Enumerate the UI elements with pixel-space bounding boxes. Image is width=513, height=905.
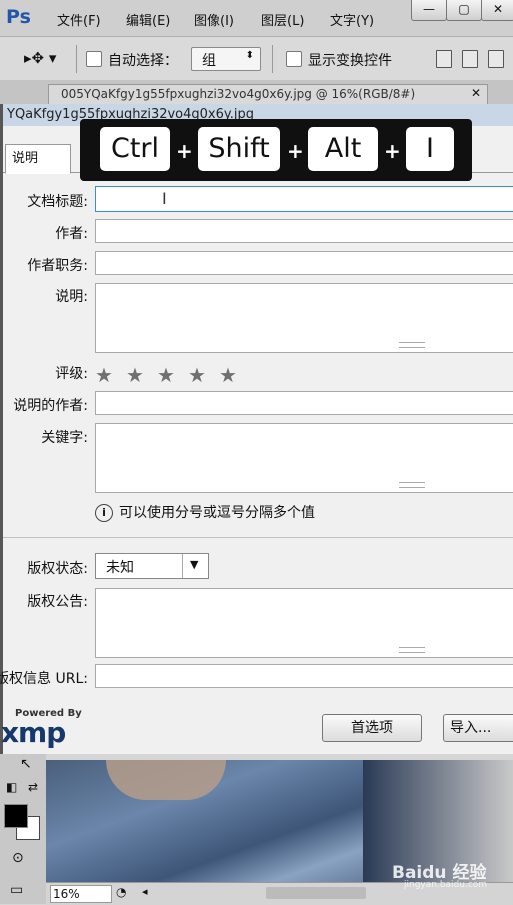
doc-title-label: 文档标题: bbox=[27, 194, 88, 210]
copyright-url-input[interactable] bbox=[95, 664, 513, 688]
quick-mask-icon[interactable]: ⊙ bbox=[12, 850, 24, 866]
auto-select-value: 组 bbox=[202, 53, 216, 69]
text-cursor-icon: I bbox=[162, 189, 167, 208]
plus-separator: + bbox=[287, 139, 304, 163]
section-divider bbox=[3, 537, 513, 538]
author-title-label: 作者职务: bbox=[27, 258, 88, 274]
copyright-notice-textarea[interactable] bbox=[95, 588, 513, 658]
plus-separator: + bbox=[384, 139, 401, 163]
foreground-color-swatch[interactable] bbox=[4, 804, 28, 828]
baidu-watermark-url: jingyan.baidu.com bbox=[404, 880, 488, 890]
auto-select-dropdown[interactable]: 组 ⬍ bbox=[191, 47, 261, 71]
show-transform-label: 显示变换控件 bbox=[308, 53, 392, 69]
import-button[interactable]: 导入... bbox=[443, 714, 513, 742]
xmp-logo: xmp bbox=[1, 716, 66, 749]
copyright-status-value: 未知 bbox=[106, 560, 134, 576]
doc-title-input[interactable]: I bbox=[95, 186, 513, 212]
key-ctrl: Ctrl bbox=[100, 127, 170, 171]
shortcut-overlay: Ctrl + Shift + Alt + I bbox=[80, 119, 472, 181]
rating-star-1[interactable]: ★ bbox=[95, 363, 113, 387]
move-tool-icon[interactable]: ▸✥ ▾ bbox=[24, 49, 56, 67]
document-tab-label: 005YQaKfgy1g55fpxughzi32vo4g0x6y.jpg @ 1… bbox=[61, 87, 416, 101]
menu-layer[interactable]: 图层(L) bbox=[261, 10, 304, 29]
keywords-label: 关键字: bbox=[41, 430, 88, 446]
copyright-status-label: 版权状态: bbox=[27, 561, 88, 577]
align-bottom-icon[interactable] bbox=[488, 50, 504, 68]
horizontal-scrollbar-thumb[interactable] bbox=[266, 887, 366, 899]
copyright-status-dropdown[interactable]: 未知 ▼ bbox=[95, 553, 209, 579]
key-i: I bbox=[406, 127, 454, 171]
zoom-input[interactable]: 16% bbox=[50, 885, 112, 903]
info-icon: i bbox=[95, 504, 113, 522]
options-bar: ▸✥ ▾ 自动选择： 组 ⬍ 显示变换控件 bbox=[0, 37, 513, 81]
resize-grip[interactable] bbox=[399, 482, 425, 488]
photoshop-logo: Ps bbox=[6, 6, 31, 28]
screen-mode-icon[interactable]: ▭ bbox=[10, 882, 23, 898]
photo-area bbox=[106, 760, 226, 800]
divider bbox=[76, 45, 77, 73]
align-top-icon[interactable] bbox=[436, 50, 452, 68]
description-label: 说明: bbox=[55, 289, 88, 305]
description-textarea[interactable] bbox=[95, 283, 513, 353]
document-tab-strip: 005YQaKfgy1g55fpxughzi32vo4g0x6y.jpg @ 1… bbox=[0, 80, 513, 105]
keywords-hint: i 可以使用分号或逗号分隔多个值 bbox=[95, 502, 315, 522]
tool-arrow-icon[interactable]: ↖ bbox=[20, 756, 32, 772]
tab-description[interactable]: 说明 bbox=[5, 144, 71, 174]
divider bbox=[272, 45, 273, 73]
key-shift: Shift bbox=[198, 127, 280, 171]
menu-image[interactable]: 图像(I) bbox=[194, 10, 234, 29]
default-colors-icon[interactable]: ◧ bbox=[6, 780, 17, 794]
copyright-url-label: 版权信息 URL: bbox=[0, 671, 88, 687]
rating-star-3[interactable]: ★ bbox=[157, 363, 175, 387]
preferences-button[interactable]: 首选项 bbox=[322, 714, 422, 742]
key-alt: Alt bbox=[308, 127, 378, 171]
desc-writer-input[interactable] bbox=[95, 391, 513, 415]
menu-file[interactable]: 文件(F) bbox=[57, 10, 101, 29]
menu-type[interactable]: 文字(Y) bbox=[330, 10, 374, 29]
swap-colors-icon[interactable]: ⇄ bbox=[28, 780, 38, 794]
rating-label: 评级: bbox=[55, 366, 88, 382]
doc-info-icon[interactable]: ◔ bbox=[116, 885, 126, 899]
minimize-button[interactable]: — bbox=[411, 0, 447, 21]
menubar: Ps 文件(F) 编辑(E) 图像(I) 图层(L) 文字(Y) — ▢ ✕ bbox=[0, 0, 513, 37]
author-label: 作者: bbox=[55, 226, 88, 242]
tools-panel: ↖ ◧ ⇄ ⊙ ▭ bbox=[0, 754, 46, 904]
dropdown-divider bbox=[182, 554, 183, 578]
align-vcenter-icon[interactable] bbox=[462, 50, 478, 68]
keywords-hint-text: 可以使用分号或逗号分隔多个值 bbox=[119, 505, 315, 521]
close-window-button[interactable]: ✕ bbox=[481, 0, 513, 21]
rating-star-4[interactable]: ★ bbox=[188, 363, 206, 387]
keywords-textarea[interactable] bbox=[95, 423, 513, 493]
rating-star-2[interactable]: ★ bbox=[126, 363, 144, 387]
author-title-input[interactable] bbox=[95, 251, 513, 275]
show-transform-checkbox[interactable] bbox=[286, 51, 302, 67]
document-tab[interactable]: 005YQaKfgy1g55fpxughzi32vo4g0x6y.jpg @ 1… bbox=[48, 84, 488, 105]
close-tab-icon[interactable]: ✕ bbox=[471, 86, 481, 100]
maximize-button[interactable]: ▢ bbox=[446, 0, 482, 21]
plus-separator: + bbox=[176, 139, 193, 163]
desc-writer-label: 说明的作者: bbox=[13, 398, 88, 414]
menu-edit[interactable]: 编辑(E) bbox=[126, 10, 170, 29]
updown-icon: ⬍ bbox=[245, 50, 254, 61]
copyright-notice-label: 版权公告: bbox=[27, 594, 88, 610]
auto-select-label: 自动选择： bbox=[108, 53, 178, 69]
resize-grip[interactable] bbox=[399, 342, 425, 348]
file-info-dialog: YQaKfgy1g55fpxughzi32vo4g0x6y.jpg 说明 文档标… bbox=[0, 104, 513, 754]
rating-star-5[interactable]: ★ bbox=[219, 363, 237, 387]
scroll-left-icon[interactable]: ◂ bbox=[142, 885, 148, 898]
chevron-down-icon: ▼ bbox=[190, 558, 199, 571]
author-input[interactable] bbox=[95, 219, 513, 243]
auto-select-checkbox[interactable] bbox=[86, 51, 102, 67]
resize-grip[interactable] bbox=[399, 647, 425, 653]
